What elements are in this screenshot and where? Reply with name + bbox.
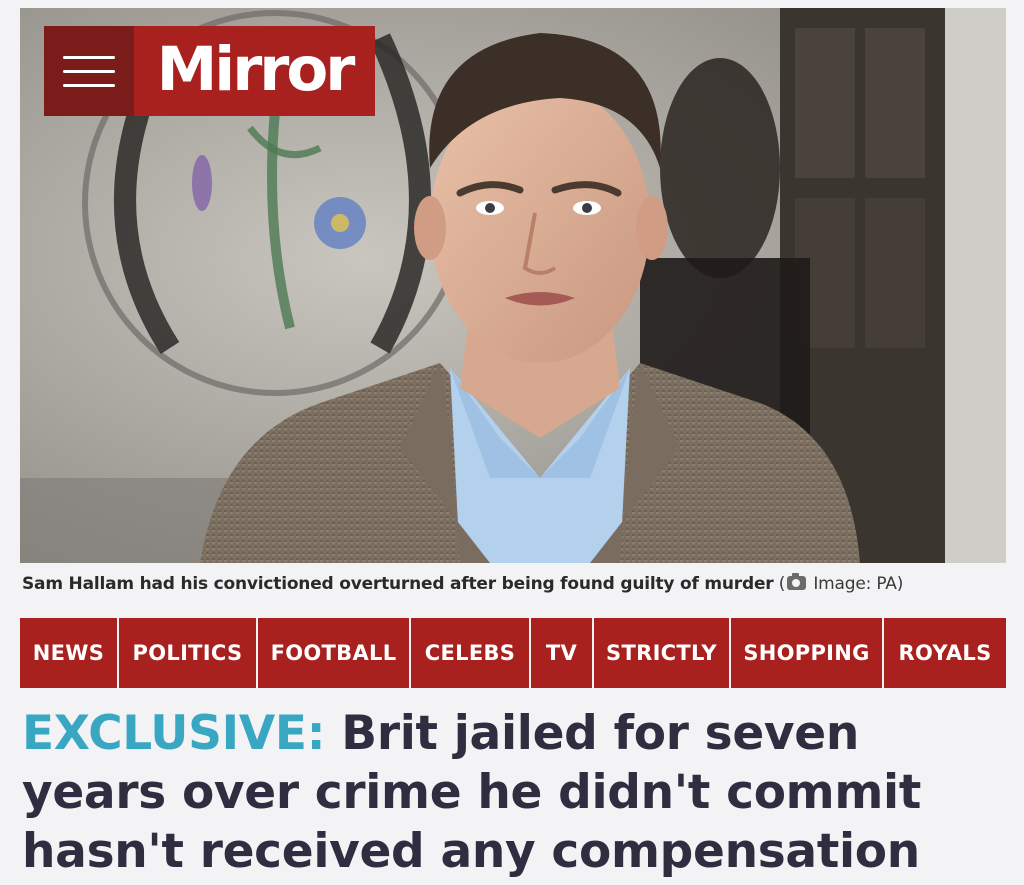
nav-item-strictly[interactable]: STRICTLY [594,618,729,688]
nav-item-football[interactable]: FOOTBALL [258,618,409,688]
menu-bar [63,55,115,59]
nav-item-news[interactable]: NEWS [20,618,117,688]
credit-open-paren: ( [778,574,786,594]
credit-text: Image: PA) [813,574,904,594]
menu-bar [63,69,115,73]
nav-item-shopping[interactable]: SHOPPING [731,618,882,688]
nav-item-royals[interactable]: ROYALS [884,618,1006,688]
menu-bar [63,83,115,87]
brand-logo[interactable]: Mirror [134,26,375,116]
hamburger-menu-icon[interactable] [44,26,134,116]
camera-icon [787,573,807,590]
article-headline: EXCLUSIVE: Brit jailed for seven years o… [22,704,1012,881]
image-credit: ( Image: PA) [778,573,904,594]
section-nav: NEWS POLITICS FOOTBALL CELEBS TV STRICTL… [20,618,1006,688]
nav-item-celebs[interactable]: CELEBS [411,618,529,688]
exclusive-kicker: EXCLUSIVE: [22,706,326,761]
caption-text: Sam Hallam had his convictioned overturn… [22,574,774,594]
masthead: Mirror [44,26,375,116]
image-caption: Sam Hallam had his convictioned overturn… [22,573,904,594]
nav-item-tv[interactable]: TV [531,618,592,688]
nav-item-politics[interactable]: POLITICS [119,618,256,688]
